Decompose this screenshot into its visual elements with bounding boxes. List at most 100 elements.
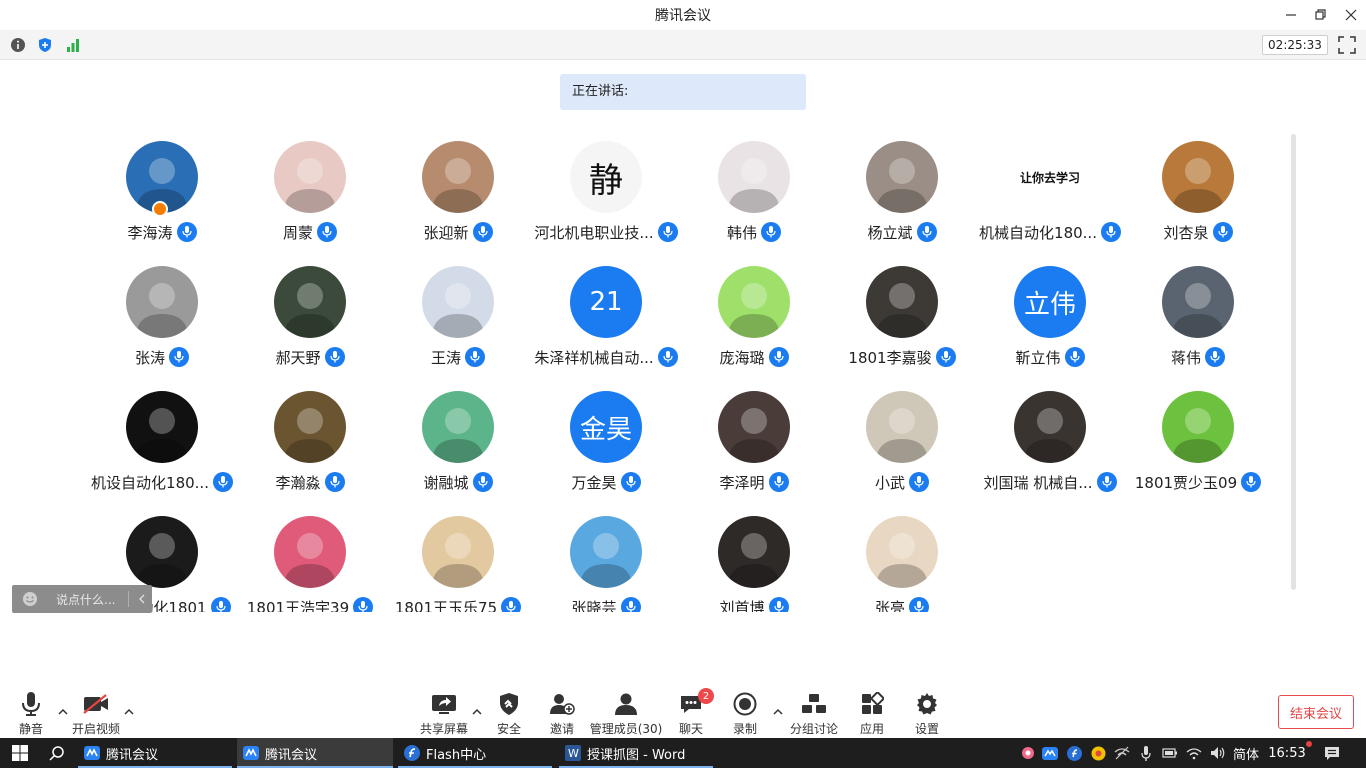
mic-status-icon xyxy=(324,472,345,492)
invite-button[interactable]: 邀请 xyxy=(547,686,577,738)
avatar xyxy=(126,391,198,463)
security-button[interactable]: 安全 xyxy=(494,686,524,738)
share-screen-button[interactable]: 共享屏幕 xyxy=(420,686,468,738)
breakout-rooms-icon xyxy=(800,690,828,718)
manage-members-button[interactable]: 管理成员(30) xyxy=(590,686,662,738)
chat-button[interactable]: 聊天 2 xyxy=(676,686,714,738)
search-icon xyxy=(49,746,64,761)
chat-quick-input[interactable]: 说点什么... xyxy=(12,585,152,613)
signal-icon[interactable] xyxy=(65,37,81,53)
mic-status-icon xyxy=(472,222,493,242)
svg-text:W: W xyxy=(568,747,579,760)
mute-button[interactable]: 静音 xyxy=(16,686,46,738)
shield-icon[interactable] xyxy=(37,37,53,53)
participant-name-row: 蒋伟 xyxy=(1094,346,1290,368)
gear-icon xyxy=(913,690,941,718)
video-label: 开启视频 xyxy=(72,722,121,736)
close-button[interactable] xyxy=(1336,0,1366,30)
avatar xyxy=(1162,266,1234,338)
participant-tile[interactable]: 张亮 xyxy=(828,505,976,612)
taskbar-app-word[interactable]: W 授课抓图 - Word xyxy=(559,738,713,768)
end-meeting-button[interactable]: 结束会议 xyxy=(1278,695,1354,729)
settings-button[interactable]: 设置 xyxy=(912,686,942,738)
avatar-image xyxy=(432,408,484,463)
video-button[interactable]: 开启视频 xyxy=(72,686,120,738)
mic-status-icon xyxy=(761,222,781,242)
avatar-image xyxy=(284,408,336,463)
record-button[interactable]: 录制 xyxy=(730,686,760,738)
taskbar-app-label: 腾讯会议 xyxy=(265,747,318,763)
minimize-button[interactable] xyxy=(1276,0,1306,30)
avatar-image xyxy=(876,158,928,213)
participant-grid: 李海涛 周蒙 张迎新 静河北机电职业技... 韩伟 杨立斌 让你去学习 机械自动化180...… xyxy=(0,130,1290,612)
avatar-image xyxy=(728,408,780,463)
chevron-up-icon[interactable] xyxy=(57,706,69,718)
avatar-image xyxy=(136,533,188,588)
avatar xyxy=(570,516,642,588)
members-icon xyxy=(612,690,640,718)
chevron-up-icon[interactable] xyxy=(471,706,483,718)
avatar-image xyxy=(728,533,780,588)
volume-icon[interactable] xyxy=(1206,746,1230,760)
security-shield-icon xyxy=(495,690,523,718)
chevron-left-icon[interactable] xyxy=(137,593,147,605)
participant-tile[interactable]: 刘杏泉 xyxy=(1124,130,1272,250)
avatar-image xyxy=(284,533,336,588)
start-button[interactable] xyxy=(0,738,40,768)
chat-unread-badge: 2 xyxy=(698,688,714,704)
participant-name: 1801李嘉骏 xyxy=(848,348,932,367)
avatar-image xyxy=(876,283,928,338)
emoji-icon[interactable] xyxy=(22,591,38,607)
taskbar-clock[interactable]: 16:53 xyxy=(1262,746,1312,761)
tencent-meeting-tray-icon[interactable] xyxy=(1038,746,1062,760)
restore-button[interactable] xyxy=(1306,0,1336,30)
chevron-up-icon[interactable] xyxy=(123,706,135,718)
avatar-image xyxy=(728,158,780,213)
mic-status-icon xyxy=(465,347,485,367)
mic-status-icon xyxy=(176,222,197,242)
breakout-rooms-button[interactable]: 分组讨论 xyxy=(790,686,838,738)
participant-tile[interactable]: 1801贾少玉09 xyxy=(1124,380,1272,500)
avatar-image xyxy=(136,408,188,463)
microphone-tray-icon[interactable] xyxy=(1134,745,1158,761)
avatar-image xyxy=(136,283,188,338)
avatar xyxy=(866,391,938,463)
chevron-up-icon[interactable] xyxy=(772,706,784,718)
avatar-image xyxy=(432,533,484,588)
ime-indicator[interactable]: 简体 xyxy=(1230,744,1262,763)
participant-name: 李海涛 xyxy=(127,223,173,242)
close-icon xyxy=(1345,9,1357,21)
mic-status-icon xyxy=(768,597,789,612)
participant-tile[interactable]: 蒋伟 xyxy=(1124,255,1272,375)
avatar xyxy=(126,516,198,588)
grid-scrollbar[interactable] xyxy=(1291,134,1296,590)
info-icon[interactable] xyxy=(10,37,26,53)
word-icon: W xyxy=(565,745,581,761)
avatar xyxy=(422,516,494,588)
battery-icon[interactable] xyxy=(1158,748,1182,758)
participant-name: 刘国瑞 机械自... xyxy=(983,473,1093,492)
avatar-image xyxy=(580,533,632,588)
network-tray-icon[interactable] xyxy=(1110,746,1134,760)
taskbar-app-tencent-2[interactable]: 腾讯会议 xyxy=(237,738,393,768)
share-screen-icon xyxy=(430,690,458,718)
avatar xyxy=(422,266,494,338)
taskbar-app-tencent-1[interactable]: 腾讯会议 xyxy=(78,738,232,768)
taskbar-app-flash[interactable]: Flash中心 xyxy=(398,738,552,768)
mic-status-icon xyxy=(768,472,789,492)
wifi-icon[interactable] xyxy=(1182,747,1206,760)
minimize-icon xyxy=(1286,14,1296,16)
flash-tray-icon[interactable] xyxy=(1062,745,1086,761)
avatar-image xyxy=(1172,283,1224,338)
fullscreen-icon[interactable] xyxy=(1338,36,1356,54)
apps-button[interactable]: 应用 xyxy=(857,686,887,738)
avatar xyxy=(718,266,790,338)
participant-name: 1801王玉乐75 xyxy=(394,598,498,613)
system-tray: 简体 16:53 xyxy=(1018,738,1352,768)
taskbar-search-button[interactable] xyxy=(40,738,74,768)
action-center-icon[interactable] xyxy=(1312,746,1352,761)
divider xyxy=(128,591,129,607)
flower-app-icon[interactable] xyxy=(1018,746,1038,760)
security-tray-icon[interactable] xyxy=(1086,746,1110,761)
avatar: 让你去学习 xyxy=(1014,141,1086,213)
